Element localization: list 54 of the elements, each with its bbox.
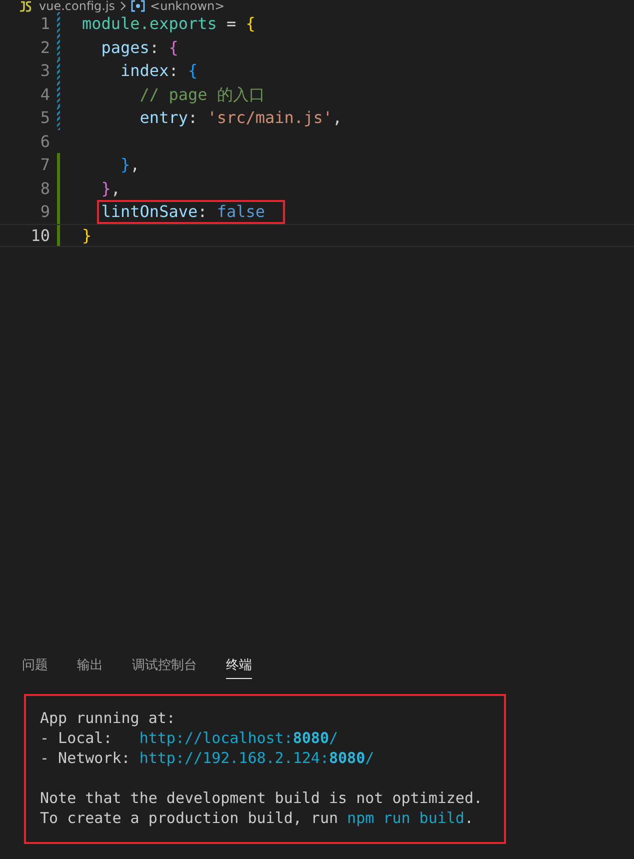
js-file-icon [20, 0, 34, 12]
code-token: { [188, 60, 198, 82]
url-link[interactable]: 8080 [292, 729, 329, 747]
panel-tab[interactable]: 终端 [226, 657, 252, 679]
line-number: 5 [39, 107, 50, 129]
line-number: 10 [30, 224, 50, 246]
url-link[interactable]: / [329, 729, 338, 747]
code-token: index [120, 60, 169, 82]
url-link[interactable]: 8080 [329, 749, 366, 767]
code-token: false [216, 202, 266, 221]
code-token: entry [138, 107, 188, 129]
code-token: , [332, 107, 342, 129]
line-number: 3 [39, 60, 50, 82]
line-number: 1 [39, 13, 50, 35]
command-text: npm run build [347, 809, 464, 827]
code-token: // page 的入口 [138, 84, 265, 106]
code-token: } [120, 154, 130, 176]
terminal-text: - Network: [40, 749, 132, 767]
terminal-text: . [464, 809, 474, 827]
url-link[interactable]: / [365, 749, 374, 767]
panel-tab[interactable]: 输出 [77, 657, 103, 679]
code-token: = [225, 13, 238, 35]
code-token: pages [100, 36, 150, 58]
code-token: } [82, 224, 92, 246]
line-number: 9 [39, 201, 50, 223]
panel-tab[interactable]: 问题 [22, 657, 48, 679]
code-token: { [246, 13, 256, 35]
code-token: : [149, 36, 160, 58]
code-token: { [168, 36, 178, 58]
code-token: : [198, 202, 208, 221]
line-number: 7 [39, 154, 50, 176]
terminal-line: Note that the development build is not optimized. [40, 788, 484, 808]
code-token: , [130, 154, 140, 176]
code-token: module.exports [82, 13, 217, 35]
symbol-icon [131, 0, 146, 12]
line-number: 8 [39, 178, 50, 200]
file-name[interactable]: vue.config.js [39, 0, 116, 12]
panel-tab[interactable]: 调试控制台 [132, 657, 197, 679]
code-token: } [100, 178, 111, 200]
code-token: 'src/main.js' [207, 107, 332, 129]
code-token: lintOnSave [101, 202, 198, 221]
chevron-icon [120, 1, 126, 11]
code-token: , [110, 178, 121, 200]
url-link[interactable]: http://localhost: [139, 729, 293, 747]
line-number: 6 [39, 130, 50, 152]
terminal-line: App running at: [40, 708, 176, 728]
symbol-name[interactable]: <unknown> [150, 0, 225, 12]
terminal-text: - Local: [40, 729, 114, 747]
url-link[interactable]: http://192.168.2.124: [139, 749, 329, 767]
line-number: 4 [39, 84, 50, 106]
code-token: : [188, 107, 199, 129]
line-number: 2 [39, 36, 50, 58]
code-token: : [168, 60, 180, 82]
terminal-text: To create a production build, run [40, 809, 340, 827]
